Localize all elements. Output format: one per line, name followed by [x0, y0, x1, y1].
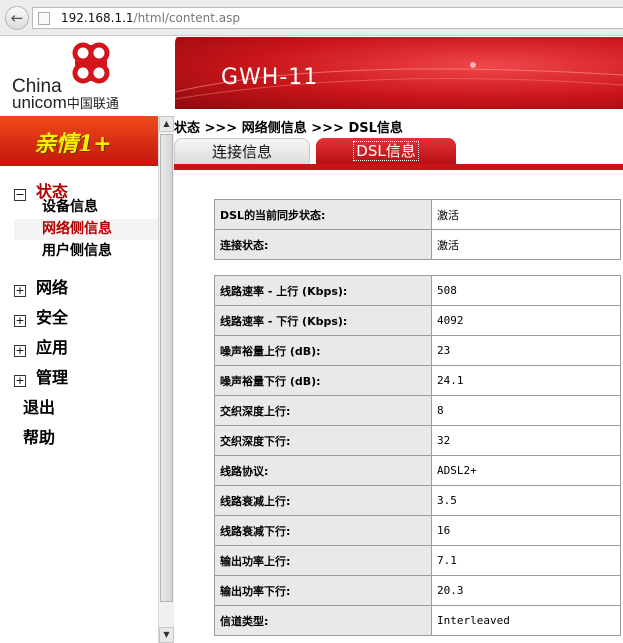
table-value: 7.1: [431, 545, 621, 576]
table-value: 激活: [431, 199, 621, 230]
sync-status-table: DSL的当前同步状态: 激活 连接状态: 激活: [214, 199, 621, 260]
breadcrumb: 状态 >>> 网络侧信息 >>> DSL信息: [174, 121, 403, 136]
sidebar-item-device-info[interactable]: 设备信息: [14, 197, 158, 218]
table-row: 输出功率下行: 20.3: [214, 575, 621, 606]
table-value: 20.3: [431, 575, 621, 606]
scroll-down-icon[interactable]: ▼: [159, 627, 174, 643]
table-label: 噪声裕量下行 (dB):: [214, 365, 432, 396]
table-label: 噪声裕量上行 (dB):: [214, 335, 432, 366]
logo-cn: 中国联通: [66, 97, 119, 112]
table-row: 线路速率 - 上行 (Kbps): 508: [214, 275, 621, 306]
scroll-up-icon[interactable]: ▲: [159, 116, 174, 132]
tab-connection-info[interactable]: 连接信息: [174, 138, 310, 164]
sidebar-item-user-info[interactable]: 用户侧信息: [14, 241, 158, 262]
expand-icon[interactable]: +: [14, 285, 26, 297]
back-arrow-icon[interactable]: ←: [5, 6, 29, 30]
table-row: 线路衰减下行: 16: [214, 515, 621, 546]
table-value: Interleaved: [431, 605, 621, 636]
unicom-logo: China unicom中国联通: [0, 37, 172, 115]
table-row: 线路衰减上行: 3.5: [214, 485, 621, 516]
table-value: 32: [431, 425, 621, 456]
table-row: 信道类型: Interleaved: [214, 605, 621, 636]
table-label: 信道类型:: [214, 605, 432, 636]
logo-line2: unicom: [12, 93, 67, 112]
table-label: 输出功率上行:: [214, 545, 432, 576]
url-path: /html/content.asp: [133, 11, 240, 25]
table-row: 线路速率 - 下行 (Kbps): 4092: [214, 305, 621, 336]
table-value: 3.5: [431, 485, 621, 516]
sidebar-group-management[interactable]: + 管理: [14, 364, 68, 388]
url-host: 192.168.1.1: [61, 11, 134, 25]
scroll-thumb[interactable]: [160, 134, 173, 602]
promo-text: 亲情1+: [34, 131, 112, 157]
table-value: 4092: [431, 305, 621, 336]
page-icon: [38, 12, 50, 25]
table-label: 线路协议:: [214, 455, 432, 486]
sidebar-group-label: 应用: [36, 338, 69, 357]
table-label: 线路衰减下行:: [214, 515, 432, 546]
table-row: 交织深度上行: 8: [214, 395, 621, 426]
table-value: 16: [431, 515, 621, 546]
url-text: 192.168.1.1/html/content.asp: [61, 11, 240, 25]
sidebar-group-label: 网络: [36, 278, 69, 297]
table-row: 噪声裕量下行 (dB): 24.1: [214, 365, 621, 396]
sidebar-logout-link[interactable]: 退出: [23, 394, 55, 418]
sidebar-group-application[interactable]: + 应用: [14, 334, 68, 358]
table-value: 23: [431, 335, 621, 366]
table-row: DSL的当前同步状态: 激活: [214, 199, 621, 230]
table-label: 交织深度下行:: [214, 425, 432, 456]
table-value: 24.1: [431, 365, 621, 396]
table-value: ADSL2+: [431, 455, 621, 486]
tab-dsl-info[interactable]: DSL信息: [316, 138, 456, 164]
browser-toolbar: ← 192.168.1.1/html/content.asp: [0, 0, 623, 36]
table-label: 线路速率 - 下行 (Kbps):: [214, 305, 432, 336]
expand-icon[interactable]: +: [14, 315, 26, 327]
expand-icon[interactable]: +: [14, 375, 26, 387]
sidebar: − 状态 设备信息 网络侧信息 用户侧信息 + 网络 + 安全 + 应用 + 管理 退出 …: [0, 166, 158, 643]
device-model-title: GWH-11: [221, 65, 319, 90]
table-label: 线路衰减上行:: [214, 485, 432, 516]
logo-wordmark: China unicom中国联通: [12, 77, 119, 113]
table-row: 噪声裕量上行 (dB): 23: [214, 335, 621, 366]
table-label: 连接状态:: [214, 229, 432, 260]
promo-banner: 亲情1+: [0, 116, 158, 166]
dsl-params-table: 线路速率 - 上行 (Kbps): 508 线路速率 - 下行 (Kbps): 40…: [214, 275, 621, 636]
sidebar-help-link[interactable]: 帮助: [23, 424, 55, 448]
sidebar-item-network-info[interactable]: 网络侧信息: [14, 219, 158, 240]
table-label: 线路速率 - 上行 (Kbps):: [214, 275, 432, 306]
banner-underline: [172, 109, 623, 115]
table-label: DSL的当前同步状态:: [214, 199, 432, 230]
tab-dsl-label: DSL信息: [353, 141, 419, 161]
table-row: 输出功率上行: 7.1: [214, 545, 621, 576]
header-banner: GWH-11: [172, 37, 623, 109]
address-bar[interactable]: 192.168.1.1/html/content.asp: [32, 7, 623, 29]
table-row: 交织深度下行: 32: [214, 425, 621, 456]
sidebar-group-label: 管理: [36, 368, 69, 387]
sidebar-group-label: 安全: [36, 308, 69, 327]
sidebar-group-security[interactable]: + 安全: [14, 304, 68, 328]
sidebar-group-network[interactable]: + 网络: [14, 274, 68, 298]
table-value: 508: [431, 275, 621, 306]
table-value: 8: [431, 395, 621, 426]
table-row: 线路协议: ADSL2+: [214, 455, 621, 486]
table-label: 交织深度上行:: [214, 395, 432, 426]
sidebar-scrollbar[interactable]: ▲ ▼: [158, 116, 174, 643]
table-row: 连接状态: 激活: [214, 229, 621, 260]
table-label: 输出功率下行:: [214, 575, 432, 606]
table-value: 激活: [431, 229, 621, 260]
expand-icon[interactable]: +: [14, 345, 26, 357]
